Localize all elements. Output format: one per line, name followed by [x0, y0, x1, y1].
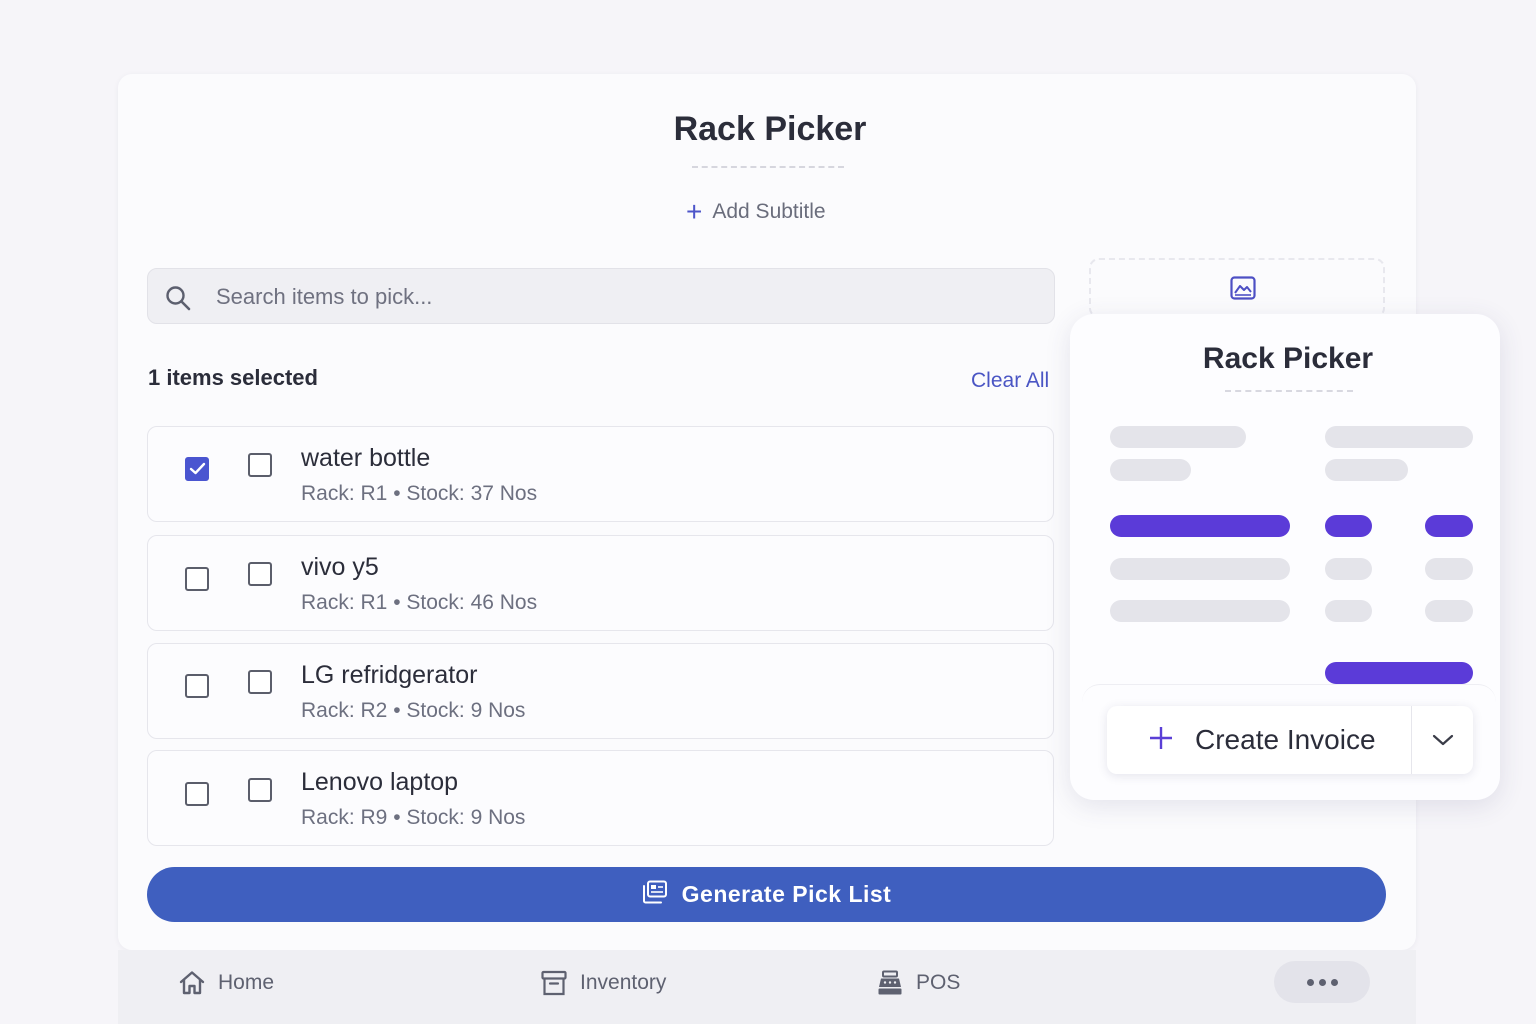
search-input[interactable] [214, 269, 1038, 325]
more-dots-icon [1318, 978, 1326, 986]
skeleton-line [1325, 600, 1372, 622]
generate-label: Generate Pick List [681, 881, 892, 907]
bottom-nav: Home Inventory POS [118, 950, 1416, 1024]
preview-title: Rack Picker [1202, 342, 1374, 375]
add-subtitle-label: Add Subtitle [712, 200, 826, 223]
skeleton-line [1325, 558, 1372, 580]
skeleton-header-bar [1110, 515, 1290, 537]
nav-inventory[interactable]: Inventory [540, 966, 666, 1000]
checkmark-icon [189, 462, 206, 475]
list-item[interactable]: LG refridgerator Rack: R2 • Stock: 9 Nos [147, 643, 1054, 739]
create-invoice-button[interactable]: Create Invoice [1107, 706, 1411, 774]
list-item[interactable]: vivo y5 Rack: R1 • Stock: 46 Nos [147, 535, 1054, 631]
create-invoice-split-button: Create Invoice [1107, 706, 1473, 774]
search-bar[interactable] [147, 268, 1055, 325]
list-item[interactable]: water bottle Rack: R1 • Stock: 37 Nos [147, 426, 1054, 522]
image-icon [1229, 274, 1257, 307]
more-dots-icon [1306, 978, 1314, 986]
archive-box-icon [541, 970, 567, 996]
skeleton-line [1110, 459, 1191, 481]
skeleton-header-bar [1425, 515, 1473, 537]
image-upload-slot[interactable] [1089, 258, 1385, 318]
skeleton-line [1425, 600, 1473, 622]
nav-pos[interactable]: POS [876, 966, 960, 1000]
item-name: water bottle [301, 444, 431, 472]
nav-home[interactable]: Home [178, 966, 274, 1000]
item-meta: Rack: R9 • Stock: 9 Nos [301, 806, 526, 829]
item-checkbox[interactable] [248, 670, 272, 694]
skeleton-line [1325, 426, 1473, 448]
select-checkbox[interactable] [185, 782, 209, 806]
item-name: vivo y5 [301, 553, 379, 581]
item-checkbox[interactable] [248, 562, 272, 586]
cash-register-icon [878, 970, 902, 995]
generate-pick-list-button[interactable]: Generate Pick List [147, 867, 1386, 922]
skeleton-line [1110, 426, 1246, 448]
pick-list-icon [642, 880, 668, 910]
title-underline [692, 166, 844, 168]
create-invoice-dropdown[interactable] [1412, 706, 1473, 774]
nav-pos-label: POS [916, 971, 961, 994]
skeleton-line [1425, 558, 1473, 580]
select-checkbox[interactable] [185, 567, 209, 591]
invoice-preview-card: Rack Picker Create Invoice [1070, 314, 1500, 800]
item-name: Lenovo laptop [301, 768, 459, 796]
item-meta: Rack: R1 • Stock: 46 Nos [301, 591, 538, 614]
skeleton-line [1110, 600, 1290, 622]
item-checkbox[interactable] [248, 453, 272, 477]
skeleton-header-bar [1325, 515, 1372, 537]
chevron-down-icon [1432, 734, 1453, 746]
item-meta: Rack: R2 • Stock: 9 Nos [301, 699, 526, 722]
create-invoice-label: Create Invoice [1195, 724, 1376, 755]
more-options-button[interactable] [1274, 961, 1370, 1003]
select-checkbox[interactable] [185, 674, 209, 698]
skeleton-line [1110, 558, 1290, 580]
preview-title-underline [1225, 390, 1353, 392]
nav-home-label: Home [218, 971, 275, 994]
nav-inventory-label: Inventory [580, 971, 667, 994]
plus-icon [1149, 726, 1173, 755]
search-icon [164, 284, 192, 317]
clear-all-link[interactable]: Clear All [971, 369, 1049, 393]
page-title[interactable]: Rack Picker [0, 110, 1536, 149]
select-checkbox[interactable] [185, 457, 209, 481]
skeleton-total-bar [1325, 662, 1473, 684]
item-name: LG refridgerator [301, 661, 478, 689]
item-checkbox[interactable] [248, 778, 272, 802]
plus-icon: + [686, 196, 703, 227]
home-icon [179, 971, 205, 995]
selected-count: 1 items selected [148, 365, 318, 390]
skeleton-line [1325, 459, 1408, 481]
add-subtitle-button[interactable]: + Add Subtitle [686, 198, 826, 226]
list-item[interactable]: Lenovo laptop Rack: R9 • Stock: 9 Nos [147, 750, 1054, 846]
item-meta: Rack: R1 • Stock: 37 Nos [301, 482, 538, 505]
more-dots-icon [1330, 978, 1338, 986]
